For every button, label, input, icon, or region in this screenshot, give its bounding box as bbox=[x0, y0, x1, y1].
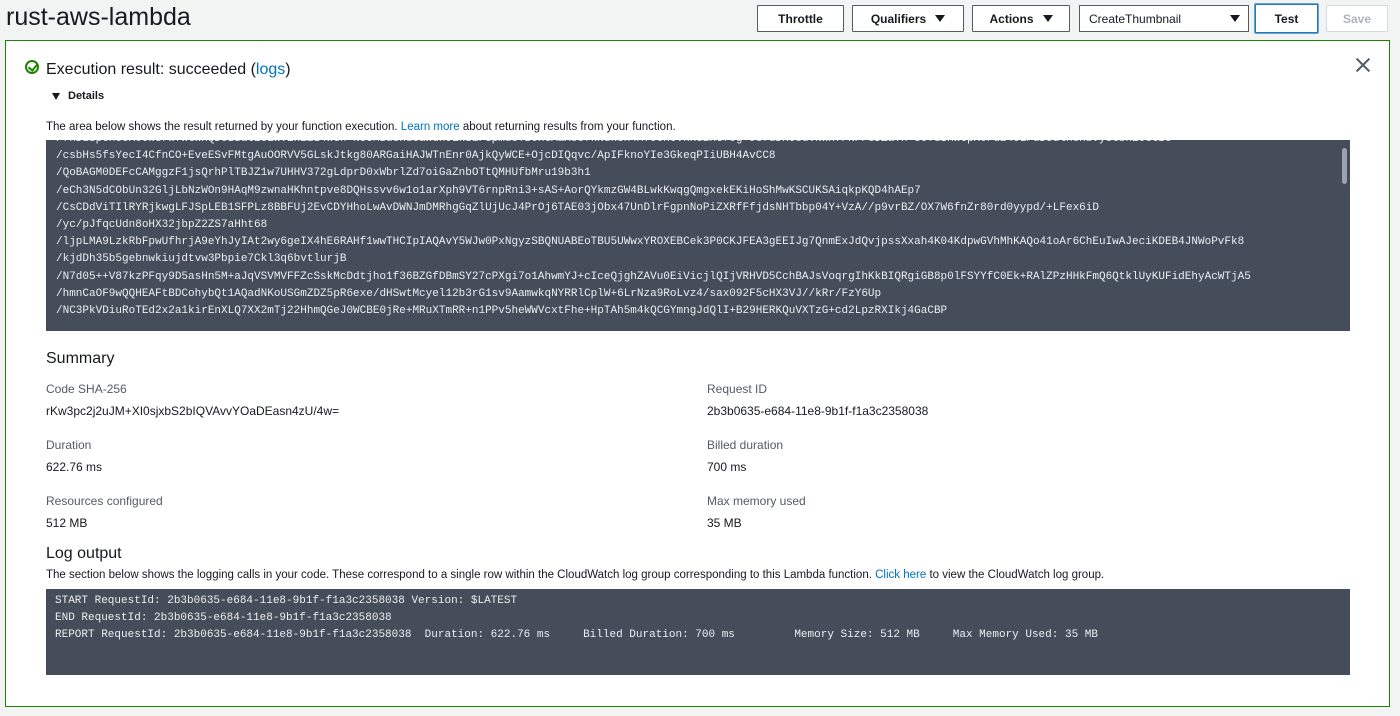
test-label: Test bbox=[1274, 11, 1299, 26]
details-label: Details bbox=[68, 90, 105, 102]
logs-link[interactable]: logs bbox=[256, 61, 285, 78]
resources-label: Resources configured bbox=[46, 494, 163, 508]
output-line: /ljpLMA9LzkRbFpwUfhrjA9eYhJyIAt2wy6geIX4… bbox=[56, 236, 1245, 249]
output-line: /fhDiSpChooX0Jw3rWfwtWHQDeISatEeEwVEhEiL… bbox=[56, 140, 1251, 148]
output-scrollbar[interactable] bbox=[1342, 148, 1347, 184]
caret-down-icon bbox=[1042, 15, 1053, 22]
caret-down-icon bbox=[1230, 15, 1240, 22]
output-line: /hmnCaOF9wQQHEAFtBDCohybQt1AQadNKoUSGmZD… bbox=[56, 287, 882, 300]
output-line: /yc/pJfqcUdn8oHX32jbpZ2ZS7aHht68 bbox=[56, 219, 268, 232]
output-line: /kjdDh35b5gebnwkiujdtvw3Pbpie7Ckl3q6bvtl… bbox=[56, 253, 347, 266]
result-description: The area below shows the result returned… bbox=[46, 121, 676, 133]
max-memory-value: 35 MB bbox=[707, 516, 742, 530]
details-toggle[interactable]: Details bbox=[52, 90, 104, 102]
function-output-lines: /fhDiSpChooX0Jw3rWfwtWHQDeISatEeEwVEhEiL… bbox=[56, 140, 1251, 320]
log-line: END RequestId: 2b3b0635-e684-11e8-9b1f-f… bbox=[55, 612, 392, 625]
result-desc-prefix: The area below shows the result returned… bbox=[46, 121, 398, 133]
code-sha-label: Code SHA-256 bbox=[46, 382, 127, 396]
test-event-select[interactable]: CreateThumbnail bbox=[1079, 5, 1249, 32]
log-desc-prefix: The section below shows the logging call… bbox=[46, 569, 872, 581]
save-button[interactable]: Save bbox=[1326, 5, 1388, 32]
output-line: /CsCDdViTIlRYRjkwgLFJSpLEB1SFPLz8BBFUj2E… bbox=[56, 201, 1099, 214]
actions-dropdown[interactable]: Actions bbox=[972, 5, 1070, 32]
summary-title: Summary bbox=[46, 350, 115, 367]
triangle-down-icon bbox=[52, 92, 60, 100]
output-line: /csbHs5fsYecI4CfnCO+EveESvFMtgAuOORVV5GL… bbox=[56, 150, 776, 163]
qualifiers-dropdown[interactable]: Qualifiers bbox=[852, 5, 964, 32]
max-memory-label: Max memory used bbox=[707, 494, 806, 508]
duration-value: 622.76 ms bbox=[46, 460, 103, 474]
function-name: rust-aws-lambda bbox=[6, 3, 191, 31]
check-circle-icon bbox=[25, 60, 39, 74]
learn-more-link[interactable]: Learn more bbox=[401, 121, 460, 133]
qualifiers-label: Qualifiers bbox=[870, 11, 927, 26]
output-line: /NC3PkVDiuRoTEd2x2a1kirEnXLQ7XX2mTj22Hhm… bbox=[56, 305, 948, 318]
output-line: /QoBAGM0DEFcCAMggzF1jsQrhPlTBJZ1w7UHHV37… bbox=[56, 167, 591, 180]
execution-result-heading: Execution result: succeeded (logs) bbox=[46, 61, 291, 79]
log-description: The section below shows the logging call… bbox=[46, 569, 1104, 581]
test-button[interactable]: Test bbox=[1255, 4, 1318, 33]
log-line: REPORT RequestId: 2b3b0635-e684-11e8-9b1… bbox=[55, 629, 1098, 642]
top-bar: rust-aws-lambda Throttle Qualifiers Acti… bbox=[0, 0, 1400, 38]
caret-down-icon bbox=[935, 15, 946, 22]
billed-duration-value: 700 ms bbox=[707, 460, 747, 474]
result-desc-suffix: about returning results from your functi… bbox=[462, 121, 676, 133]
save-label: Save bbox=[1342, 11, 1372, 26]
log-desc-suffix: to view the CloudWatch log group. bbox=[929, 569, 1105, 581]
log-line: START RequestId: 2b3b0635-e684-11e8-9b1f… bbox=[55, 595, 518, 607]
request-id-label: Request ID bbox=[707, 382, 768, 396]
billed-duration-label: Billed duration bbox=[707, 438, 784, 452]
log-output-title: Log output bbox=[46, 545, 122, 562]
heading-prefix: Execution result: succeeded ( bbox=[46, 61, 256, 78]
test-event-value: CreateThumbnail bbox=[1089, 11, 1182, 26]
actions-label: Actions bbox=[989, 11, 1034, 26]
throttle-label: Throttle bbox=[778, 11, 823, 26]
resources-value: 512 MB bbox=[46, 516, 88, 530]
heading-suffix: ) bbox=[285, 61, 291, 78]
output-line: /N7d05++V87kzPFqy9D5asHn5M+aJqVSVMVFFZcS… bbox=[56, 270, 1251, 283]
duration-label: Duration bbox=[46, 438, 92, 452]
log-output-box[interactable]: START RequestId: 2b3b0635-e684-11e8-9b1f… bbox=[46, 589, 1350, 675]
throttle-button[interactable]: Throttle bbox=[757, 5, 844, 32]
execution-result-panel: Execution result: succeeded (logs) Detai… bbox=[5, 40, 1390, 707]
close-icon[interactable] bbox=[1354, 56, 1372, 74]
cloudwatch-link[interactable]: Click here bbox=[875, 569, 926, 581]
function-output-box[interactable]: /fhDiSpChooX0Jw3rWfwtWHQDeISatEeEwVEhEiL… bbox=[46, 140, 1350, 331]
log-output-lines: START RequestId: 2b3b0635-e684-11e8-9b1f… bbox=[55, 593, 1098, 645]
request-id-value: 2b3b0635-e684-11e8-9b1f-f1a3c2358038 bbox=[707, 404, 929, 418]
code-sha-value: rKw3pc2j2uJM+XI0sjxbS2bIQVAvvYOaDEasn4zU… bbox=[46, 404, 340, 418]
output-line: /eCh3N5dCObUn32GljLbNzWOn9HAqM9zwnaHKhnt… bbox=[56, 184, 921, 197]
